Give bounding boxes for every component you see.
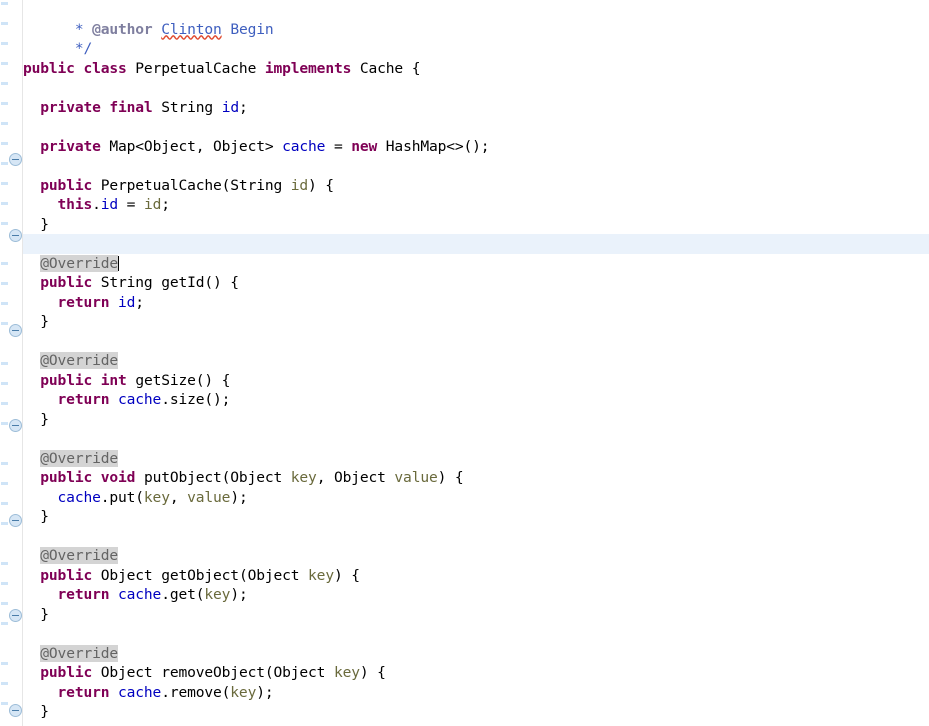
- code-line-override: @Override: [23, 722, 929, 726]
- code-line-close-brace: }: [23, 390, 929, 428]
- code-line-constructor-signature: public PerpetualCache(String id) {: [23, 156, 929, 194]
- change-tick: [1, 82, 8, 85]
- code-line-close-brace: }: [23, 195, 929, 233]
- change-tick: [1, 582, 8, 585]
- change-tick: [1, 662, 8, 665]
- change-tick: [1, 2, 8, 5]
- code-line-override: @Override: [23, 624, 929, 662]
- fold-marker-next-method[interactable]: [9, 704, 22, 717]
- code-line-close-brace: }: [23, 683, 929, 720]
- code-line-get-object-signature: public Object getObject(Object key) {: [23, 546, 929, 584]
- code-line-class-declaration: public class PerpetualCache implements C…: [23, 39, 929, 77]
- code-line-override: @Override: [23, 332, 929, 369]
- change-tick: [1, 182, 8, 185]
- code-line-return-cache-remove: return cache.remove(key);: [23, 663, 929, 701]
- change-tick: [1, 222, 8, 225]
- change-tick: [1, 562, 8, 565]
- change-tick: [1, 62, 8, 65]
- code-line-override: @Override: [23, 429, 929, 467]
- code-line-close-brace: }: [23, 293, 929, 330]
- fold-marker-get-id[interactable]: [9, 229, 22, 242]
- change-tick: [1, 482, 8, 485]
- code-line-field-cache: private Map<Object, Object> cache = new …: [23, 117, 929, 155]
- change-tick: [1, 142, 8, 145]
- change-tick: [1, 702, 8, 705]
- code-line-close-brace: }: [23, 488, 929, 525]
- fold-marker-constructor[interactable]: [9, 153, 22, 166]
- change-tick: [1, 362, 8, 365]
- change-tick: [1, 22, 8, 25]
- change-tick: [1, 462, 8, 465]
- change-tick: [1, 202, 8, 205]
- change-tick: [1, 422, 8, 425]
- code-line-field-id: private final String id;: [23, 78, 929, 116]
- code-line-this-assignment: this.id = id;: [23, 176, 929, 213]
- change-tick: [1, 102, 8, 105]
- change-tick: [1, 322, 8, 325]
- fold-marker-put-object[interactable]: [9, 419, 22, 432]
- code-line-active-override[interactable]: @Override: [23, 234, 929, 272]
- change-tick: [1, 682, 8, 685]
- change-tick: [1, 122, 8, 125]
- change-tick: [1, 622, 8, 625]
- code-line-javadoc-author: * @author Clinton Begin: [23, 0, 929, 38]
- code-surface[interactable]: * @author Clinton Begin */ public class …: [23, 0, 929, 726]
- folding-column[interactable]: [9, 0, 23, 726]
- code-editor[interactable]: * @author Clinton Begin */ public class …: [0, 0, 929, 726]
- code-line-remove-object-signature: public Object removeObject(Object key) {: [23, 644, 929, 681]
- change-tick: [1, 42, 8, 45]
- change-tick: [1, 302, 8, 305]
- fold-marker-get-size[interactable]: [9, 324, 22, 337]
- change-tick: [1, 402, 8, 405]
- code-line-put-object-signature: public void putObject(Object key, Object…: [23, 449, 929, 486]
- change-tick: [1, 522, 8, 525]
- fold-marker-get-object[interactable]: [9, 514, 22, 527]
- change-tick: [1, 602, 8, 605]
- code-line-cache-put: cache.put(key, value);: [23, 468, 929, 506]
- fold-marker-remove-object[interactable]: [9, 609, 22, 622]
- code-line-return-cache-size: return cache.size();: [23, 371, 929, 408]
- code-line-override: @Override: [23, 527, 929, 564]
- change-tick: [1, 282, 8, 285]
- code-line-close-brace: }: [23, 585, 929, 623]
- code-line-javadoc-end: */: [23, 20, 929, 57]
- change-tick: [1, 502, 8, 505]
- code-line-return-cache-get: return cache.get(key);: [23, 566, 929, 603]
- change-tick: [1, 262, 8, 265]
- code-line-return-id: return id;: [23, 273, 929, 311]
- code-line-get-id-signature: public String getId() {: [23, 254, 929, 291]
- change-tick: [1, 382, 8, 385]
- change-tick: [1, 162, 8, 165]
- change-ruler: [0, 0, 9, 726]
- code-line-get-size-signature: public int getSize() {: [23, 351, 929, 389]
